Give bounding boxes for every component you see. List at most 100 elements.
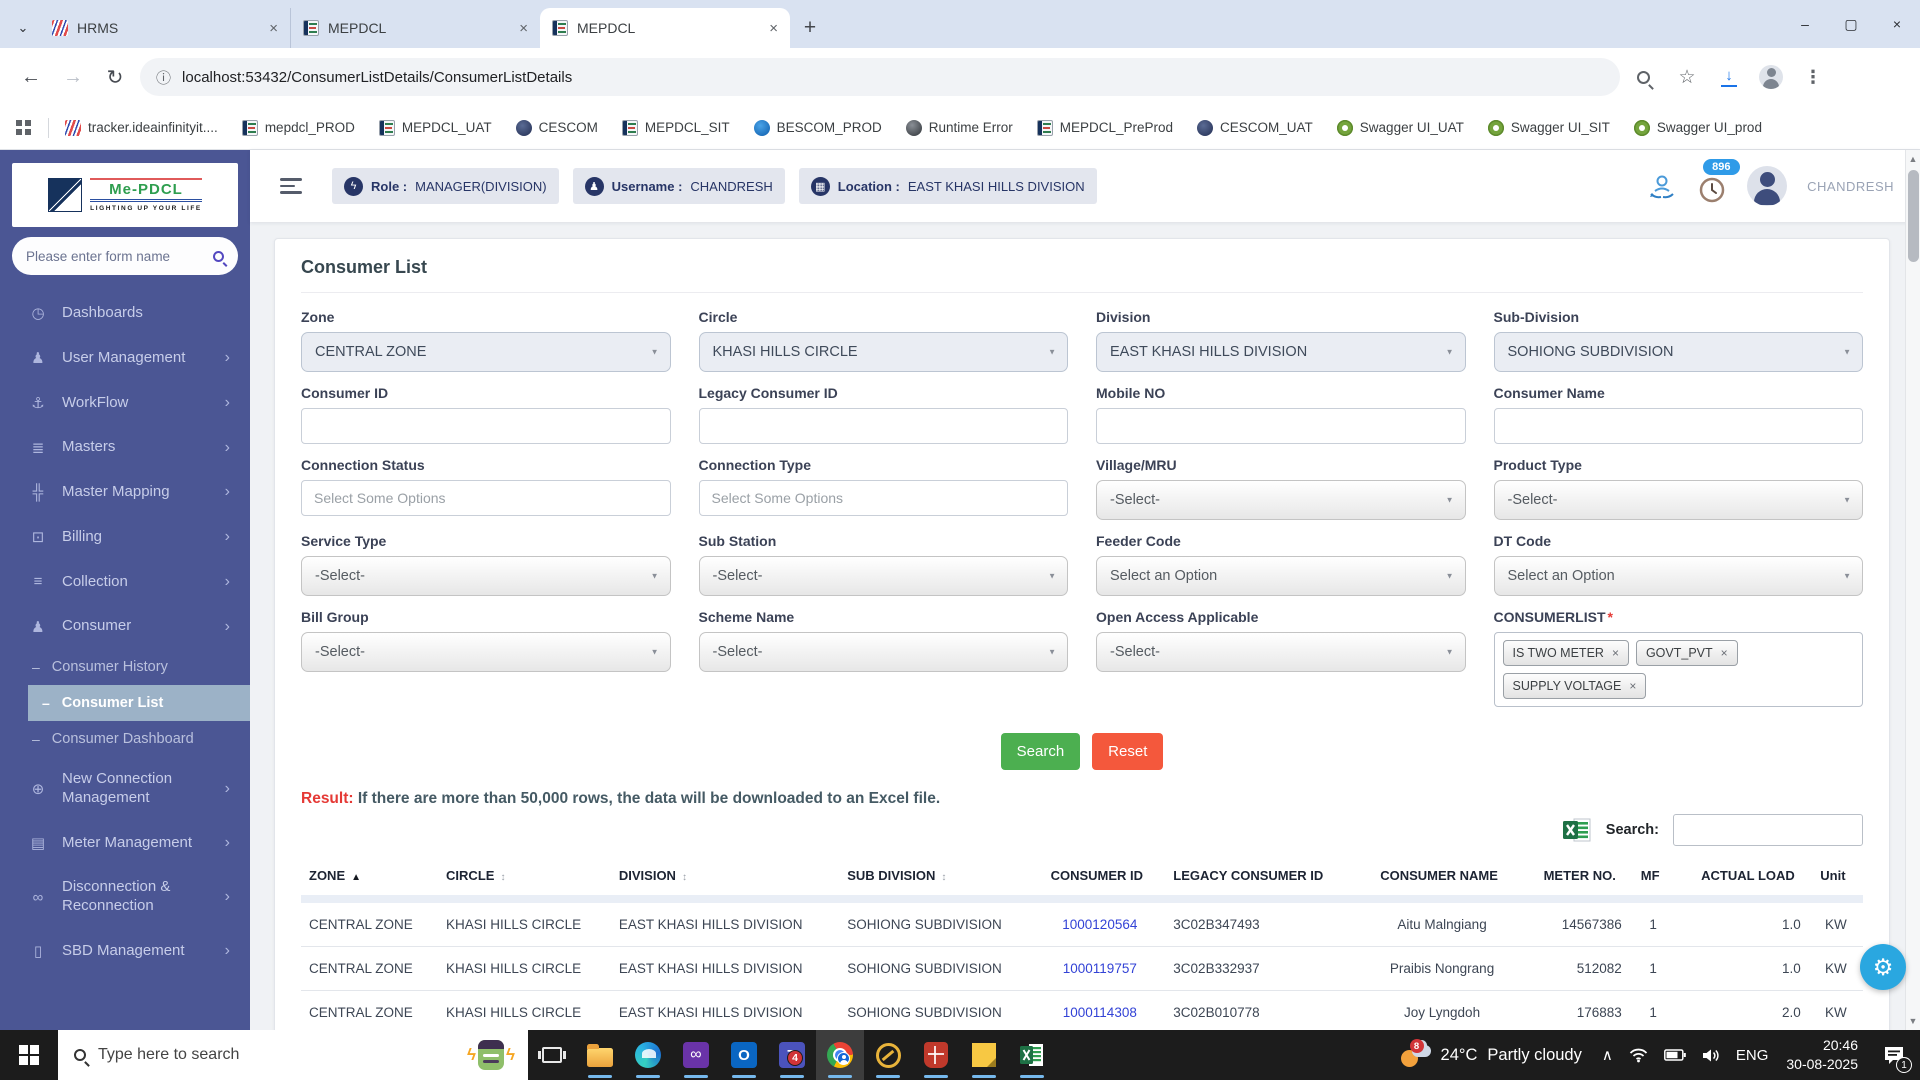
bookmark-item[interactable]: CESCOM <box>516 120 598 136</box>
minimize-button[interactable]: – <box>1782 0 1828 48</box>
sidebar-item[interactable]: ♟ User Management › <box>0 336 250 381</box>
table-header-cell[interactable]: SUB DIVISION↕ <box>839 856 1034 899</box>
consumer-name-input[interactable] <box>1494 408 1864 444</box>
maximize-button[interactable]: ▢ <box>1828 0 1874 48</box>
legacy-consumer-id-input[interactable] <box>699 408 1069 444</box>
speaker-icon[interactable] <box>1694 1030 1728 1080</box>
user-avatar[interactable] <box>1747 166 1787 206</box>
tab-search-chevron-icon[interactable]: ⌄ <box>6 8 40 48</box>
division-select[interactable]: EAST KHASI HILLS DIVISION▼ <box>1096 332 1466 372</box>
mobile-no-input[interactable] <box>1096 408 1466 444</box>
taskbar-weather[interactable]: 8 24°C Partly cloudy <box>1389 1030 1594 1080</box>
bookmark-item[interactable]: MEPDCL_UAT <box>379 120 492 136</box>
bookmark-item[interactable]: Swagger UI_UAT <box>1337 120 1464 136</box>
battery-icon[interactable] <box>1656 1030 1694 1080</box>
sidebar-item[interactable]: ▤ Meter Management › <box>0 821 250 866</box>
address-bar[interactable]: ⓘ localhost:53432/ConsumerListDetails/Co… <box>140 58 1620 96</box>
product-type-select[interactable]: -Select-▼ <box>1494 480 1864 520</box>
table-search-input[interactable] <box>1673 814 1863 846</box>
table-header-cell[interactable]: ACTUAL LOAD <box>1676 856 1808 899</box>
sidebar-item[interactable]: ◷ Dashboards <box>0 291 250 336</box>
circle-select[interactable]: KHASI HILLS CIRCLE▼ <box>699 332 1069 372</box>
tray-chevron-up-icon[interactable]: ∧ <box>1594 1030 1621 1080</box>
bookmark-star-icon[interactable]: ☆ <box>1670 60 1704 94</box>
downloads-icon[interactable]: ↓ <box>1712 60 1746 94</box>
scroll-up-arrow[interactable]: ▲ <box>1906 150 1920 168</box>
sidebar-item[interactable]: ⊕ New Connection Management › <box>0 757 250 821</box>
service-type-select[interactable]: -Select-▼ <box>301 556 671 596</box>
feeder-code-select[interactable]: Select an Option▼ <box>1096 556 1466 596</box>
sidebar-item[interactable]: ≣ Masters › <box>0 425 250 470</box>
consumer-id-input[interactable] <box>301 408 671 444</box>
search-button[interactable]: Search <box>1001 733 1081 770</box>
taskbar-teams[interactable]: T4 <box>768 1030 816 1080</box>
bookmark-item[interactable]: tracker.ideainfinityit.... <box>65 120 218 136</box>
sidebar-subitem[interactable]: – Consumer Dashboard <box>0 721 250 757</box>
bill-group-select[interactable]: -Select-▼ <box>301 632 671 672</box>
browser-tab[interactable]: MEPDCL × <box>290 8 540 48</box>
sub-division-select[interactable]: SOHIONG SUBDIVISION▼ <box>1494 332 1864 372</box>
sidebar-subitem[interactable]: – Consumer List <box>28 685 250 721</box>
search-highlight-frankenstein-icon[interactable]: ϟ ϟ <box>458 1031 524 1079</box>
browser-profile-icon[interactable] <box>1754 60 1788 94</box>
scheme-name-select[interactable]: -Select-▼ <box>699 632 1069 672</box>
bookmark-item[interactable]: Runtime Error <box>906 120 1013 136</box>
settings-fab[interactable]: ⚙ <box>1860 944 1906 990</box>
apps-grid-icon[interactable] <box>16 120 32 136</box>
bookmark-item[interactable]: CESCOM_UAT <box>1197 120 1313 136</box>
sidebar-item[interactable]: ⚓ WorkFlow › <box>0 381 250 426</box>
open-access-select[interactable]: -Select-▼ <box>1096 632 1466 672</box>
bookmark-item[interactable]: Swagger UI_prod <box>1634 120 1762 136</box>
connection-type-multiselect[interactable] <box>699 480 1069 516</box>
site-info-icon[interactable]: ⓘ <box>156 67 171 88</box>
start-button[interactable] <box>0 1030 58 1080</box>
sidebar-item[interactable]: ╬ Master Mapping › <box>0 470 250 515</box>
taskbar-clock[interactable]: 20:46 30-08-2025 <box>1776 1036 1868 1074</box>
user-sync-icon[interactable] <box>1647 172 1677 200</box>
taskbar-outlook[interactable]: O <box>720 1030 768 1080</box>
consumerlist-tag[interactable]: GOVT_PVT × <box>1636 640 1738 666</box>
consumer-id-link[interactable]: 1000120564 <box>1062 917 1137 932</box>
table-header-cell[interactable]: DIVISION↕ <box>611 856 839 899</box>
remove-tag-icon[interactable]: × <box>1612 646 1619 660</box>
consumer-id-link[interactable]: 1000114308 <box>1063 1005 1137 1020</box>
bookmark-item[interactable]: Swagger UI_SIT <box>1488 120 1610 136</box>
remove-tag-icon[interactable]: × <box>1721 646 1728 660</box>
table-header-cell[interactable]: LEGACY CONSUMER ID <box>1165 856 1362 899</box>
sidebar-search-input[interactable] <box>26 249 205 264</box>
language-indicator[interactable]: ENG <box>1728 1030 1777 1080</box>
tab-close-icon[interactable]: × <box>519 20 528 37</box>
sidebar-item[interactable]: ⊡ Billing › <box>0 515 250 560</box>
bookmark-item[interactable]: mepdcl_PROD <box>242 120 355 136</box>
page-scrollbar[interactable]: ▲ ▼ <box>1905 150 1920 1030</box>
back-button[interactable]: ← <box>14 60 48 94</box>
connection-status-multiselect[interactable] <box>301 480 671 516</box>
taskbar-security-app[interactable] <box>912 1030 960 1080</box>
consumerlist-tag[interactable]: SUPPLY VOLTAGE × <box>1503 673 1647 699</box>
action-center-button[interactable]: 1 <box>1868 1030 1920 1080</box>
zone-select[interactable]: CENTRAL ZONE▼ <box>301 332 671 372</box>
taskbar-visual-studio[interactable]: ∞ <box>672 1030 720 1080</box>
browser-tab[interactable]: HRMS × <box>40 8 290 48</box>
table-header-cell[interactable]: CONSUMER NAME <box>1362 856 1522 899</box>
taskbar-sticky-notes[interactable] <box>960 1030 1008 1080</box>
forward-button[interactable]: → <box>56 60 90 94</box>
sidebar-item[interactable]: ∞ Disconnection & Reconnection › <box>0 865 250 929</box>
app-logo[interactable]: Me-PDCL LIGHTING UP YOUR LIFE <box>12 163 238 227</box>
table-header-cell[interactable]: METER NO. <box>1522 856 1630 899</box>
scrollbar-thumb[interactable] <box>1908 170 1919 262</box>
taskbar-edge[interactable] <box>624 1030 672 1080</box>
consumerlist-tag[interactable]: IS TWO METER × <box>1503 640 1629 666</box>
new-tab-button[interactable]: + <box>790 8 830 48</box>
taskbar-excel[interactable] <box>1008 1030 1056 1080</box>
bookmark-item[interactable]: MEPDCL_PreProd <box>1037 120 1173 136</box>
browser-menu-icon[interactable]: ⋮ <box>1796 60 1830 94</box>
bookmark-item[interactable]: MEPDCL_SIT <box>622 120 730 136</box>
consumerlist-tags-box[interactable]: IS TWO METER × GOVT_PVT × <box>1494 632 1864 707</box>
taskbar-chrome[interactable] <box>816 1030 864 1080</box>
tab-close-icon[interactable]: × <box>269 20 278 37</box>
taskbar-file-explorer[interactable] <box>576 1030 624 1080</box>
village-mru-select[interactable]: -Select-▼ <box>1096 480 1466 520</box>
remove-tag-icon[interactable]: × <box>1629 679 1636 693</box>
sidebar-item[interactable]: ≡ Collection › <box>0 560 250 605</box>
